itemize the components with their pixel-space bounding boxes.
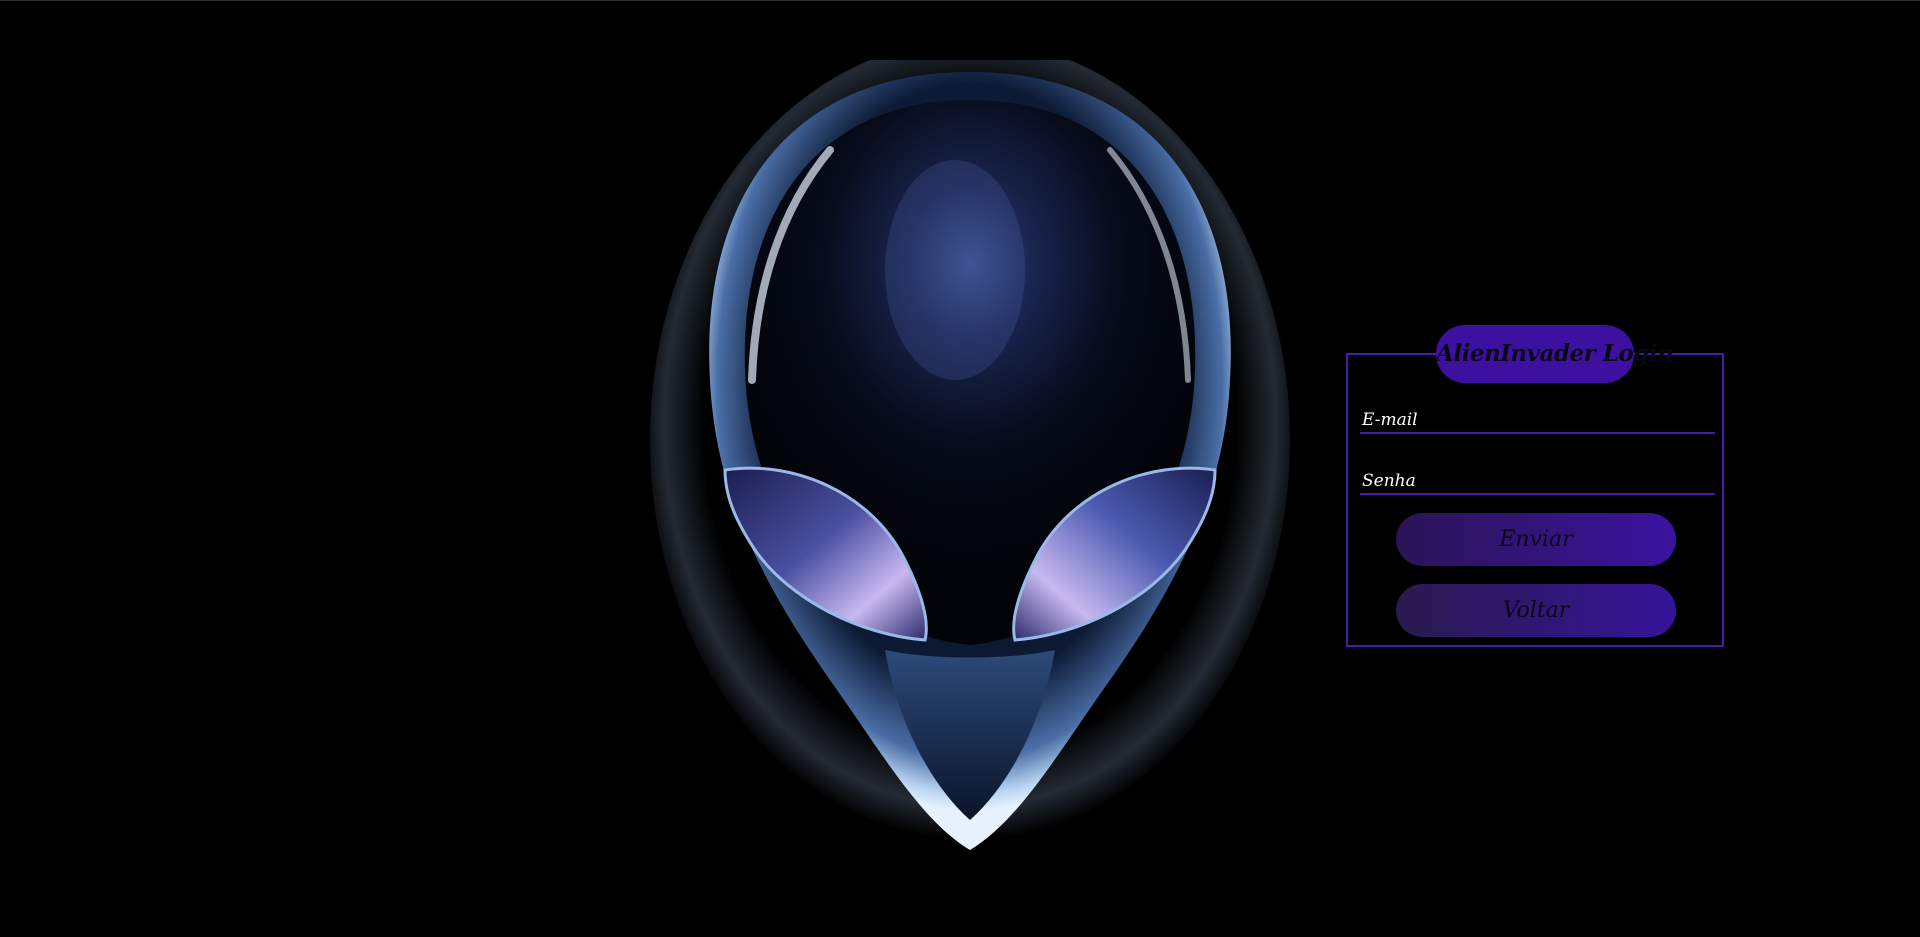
email-field[interactable]: E-mail (1360, 404, 1715, 434)
password-field[interactable]: Senha (1360, 465, 1715, 495)
login-page: AlienInvader Login E-mail Senha Enviar V… (0, 0, 1920, 937)
top-border (0, 0, 1920, 1)
password-label: Senha (1362, 471, 1416, 491)
login-title: AlienInvader Login (1436, 325, 1674, 383)
email-input[interactable] (1430, 404, 1714, 432)
send-button[interactable]: Enviar (1396, 513, 1676, 566)
password-input[interactable] (1430, 465, 1714, 493)
email-label: E-mail (1362, 410, 1418, 430)
back-button[interactable]: Voltar (1396, 584, 1676, 637)
alien-head-icon (650, 60, 1290, 850)
